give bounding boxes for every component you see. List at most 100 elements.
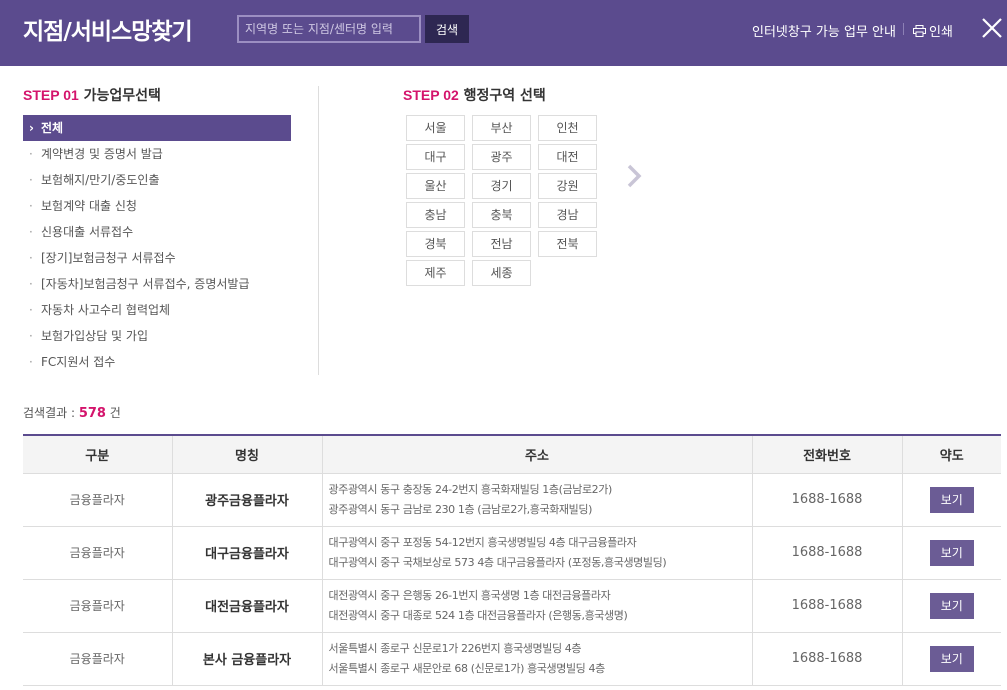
cell-map: 보기 bbox=[901, 632, 1001, 686]
region-button[interactable]: 대구 bbox=[406, 144, 465, 170]
cell-type: 금융플라자 bbox=[23, 473, 172, 527]
task-item-label: 전체 bbox=[41, 121, 64, 135]
print-button[interactable]: 인쇄 bbox=[913, 21, 953, 40]
address-line-old: 대구광역시 중구 포정동 54-12번지 흥국생명빌딩 4층 대구금융플라자 bbox=[328, 535, 637, 549]
print-label: 인쇄 bbox=[929, 25, 953, 40]
cell-name: 본사 금융플라자 bbox=[171, 632, 322, 686]
cell-address: 광주광역시 동구 충장동 24-2번지 흥국화재빌딩 1층(금남로2가) 광주광역… bbox=[321, 473, 752, 527]
task-item[interactable]: › 전체 bbox=[23, 115, 291, 141]
bullet-icon: · bbox=[29, 355, 33, 369]
table-header-row: 구분 명칭 주소 전화번호 약도 bbox=[23, 434, 1001, 474]
task-item-label: 보험해지/만기/중도인출 bbox=[41, 173, 160, 187]
region-button[interactable]: 인천 bbox=[538, 115, 597, 141]
cell-phone: 1688-1688 bbox=[751, 526, 902, 580]
task-item-label: FC지원서 접수 bbox=[41, 355, 116, 369]
bullet-icon: · bbox=[29, 251, 33, 265]
region-button[interactable]: 서울 bbox=[406, 115, 465, 141]
step2-heading: STEP 02 행정구역 선택 bbox=[403, 85, 546, 105]
address-line-road: 서울특별시 종로구 새문안로 68 (신문로1가) 흥국생명빌딩 4층 bbox=[328, 661, 606, 675]
result-count: 검색결과 : 578 건 bbox=[23, 404, 121, 421]
region-button[interactable]: 전남 bbox=[472, 231, 531, 257]
view-map-button[interactable]: 보기 bbox=[929, 486, 974, 513]
bullet-icon: · bbox=[29, 277, 33, 291]
region-button[interactable]: 세종 bbox=[472, 260, 531, 286]
region-button[interactable]: 경남 bbox=[538, 202, 597, 228]
region-button[interactable]: 제주 bbox=[406, 260, 465, 286]
cell-type: 금융플라자 bbox=[23, 632, 172, 686]
cell-address: 대구광역시 중구 포정동 54-12번지 흥국생명빌딩 4층 대구금융플라자 대구… bbox=[321, 526, 752, 580]
task-item-label: [장기]보험금청구 서류접수 bbox=[41, 251, 176, 265]
task-item[interactable]: · [장기]보험금청구 서류접수 bbox=[23, 245, 291, 271]
table-row: 금융플라자 대전금융플라자 대전광역시 중구 은행동 26-1번지 흥국생명 1층 … bbox=[23, 579, 1001, 633]
task-item[interactable]: · 계약변경 및 증명서 발급 bbox=[23, 141, 291, 167]
region-button[interactable]: 충남 bbox=[406, 202, 465, 228]
table-row: 금융플라자 본사 금융플라자 서울특별시 종로구 신문로1가 226번지 흥국생명빌… bbox=[23, 632, 1001, 686]
cell-map: 보기 bbox=[901, 473, 1001, 527]
cell-address: 대전광역시 중구 은행동 26-1번지 흥국생명 1층 대전금융플라자 대전광역시… bbox=[321, 579, 752, 633]
cell-phone: 1688-1688 bbox=[751, 473, 902, 527]
task-item[interactable]: · FC지원서 접수 bbox=[23, 349, 291, 375]
cell-map: 보기 bbox=[901, 526, 1001, 580]
table-row: 금융플라자 광주금융플라자 광주광역시 동구 충장동 24-2번지 흥국화재빌딩 1… bbox=[23, 473, 1001, 527]
guide-link[interactable]: 인터넷창구 가능 업무 안내 bbox=[752, 21, 896, 40]
view-map-button[interactable]: 보기 bbox=[929, 539, 974, 566]
task-item[interactable]: · 신용대출 서류접수 bbox=[23, 219, 291, 245]
chevron-right-icon: › bbox=[29, 121, 34, 135]
cell-name: 광주금융플라자 bbox=[171, 473, 322, 527]
region-button[interactable]: 대전 bbox=[538, 144, 597, 170]
address-line-road: 광주광역시 동구 금남로 230 1층 (금남로2가,흥국화재빌딩) bbox=[328, 502, 593, 516]
cell-name: 대전금융플라자 bbox=[171, 579, 322, 633]
task-item-label: [자동차]보험금청구 서류접수, 증명서발급 bbox=[41, 277, 250, 291]
region-button[interactable]: 충북 bbox=[472, 202, 531, 228]
page-title: 지점/서비스망찾기 bbox=[23, 19, 193, 45]
result-count-unit: 건 bbox=[105, 406, 121, 420]
address-line-road: 대전광역시 중구 대종로 524 1층 대전금융플라자 (은행동,흥국생명) bbox=[328, 608, 628, 622]
step1-heading: STEP 01 가능업무선택 bbox=[23, 85, 161, 105]
column-header-map: 약도 bbox=[901, 434, 1001, 474]
printer-icon bbox=[913, 24, 926, 37]
region-button[interactable]: 경기 bbox=[472, 173, 531, 199]
close-icon[interactable] bbox=[980, 16, 1004, 40]
task-item-label: 신용대출 서류접수 bbox=[41, 225, 134, 239]
address-line-old: 서울특별시 종로구 신문로1가 226번지 흥국생명빌딩 4층 bbox=[328, 641, 582, 655]
task-list: › 전체 · 계약변경 및 증명서 발급 · 보험해지/만기/중도인출 · 보험계약 대출 신… bbox=[23, 115, 291, 375]
bullet-icon: · bbox=[29, 199, 33, 213]
column-header-phone: 전화번호 bbox=[751, 434, 902, 474]
task-item-label: 보험가입상담 및 가입 bbox=[41, 329, 148, 343]
region-button[interactable]: 울산 bbox=[406, 173, 465, 199]
task-item[interactable]: · 보험계약 대출 신청 bbox=[23, 193, 291, 219]
bullet-icon: · bbox=[29, 173, 33, 187]
step1-title: 가능업무선택 bbox=[83, 88, 161, 104]
region-button[interactable]: 광주 bbox=[472, 144, 531, 170]
region-button[interactable]: 전북 bbox=[538, 231, 597, 257]
view-map-button[interactable]: 보기 bbox=[929, 592, 974, 619]
column-header-type: 구분 bbox=[23, 434, 172, 474]
bullet-icon: · bbox=[29, 303, 33, 317]
cell-phone: 1688-1688 bbox=[751, 579, 902, 633]
region-button[interactable]: 경북 bbox=[406, 231, 465, 257]
region-button[interactable]: 강원 bbox=[538, 173, 597, 199]
view-map-button[interactable]: 보기 bbox=[929, 645, 974, 672]
search-input[interactable] bbox=[237, 15, 421, 43]
task-item[interactable]: · 자동차 사고수리 협력업체 bbox=[23, 297, 291, 323]
cell-type: 금융플라자 bbox=[23, 579, 172, 633]
results-body: 금융플라자 광주금융플라자 광주광역시 동구 충장동 24-2번지 흥국화재빌딩 1… bbox=[23, 473, 1001, 686]
cell-map: 보기 bbox=[901, 579, 1001, 633]
column-header-address: 주소 bbox=[321, 434, 752, 474]
task-item-label: 자동차 사고수리 협력업체 bbox=[41, 303, 171, 317]
task-item[interactable]: · 보험해지/만기/중도인출 bbox=[23, 167, 291, 193]
table-row: 금융플라자 대구금융플라자 대구광역시 중구 포정동 54-12번지 흥국생명빌딩 … bbox=[23, 526, 1001, 580]
bullet-icon: · bbox=[29, 147, 33, 161]
region-button[interactable]: 부산 bbox=[472, 115, 531, 141]
step2-title: 행정구역 선택 bbox=[463, 88, 546, 104]
bullet-icon: · bbox=[29, 225, 33, 239]
cell-phone: 1688-1688 bbox=[751, 632, 902, 686]
task-item[interactable]: · 보험가입상담 및 가입 bbox=[23, 323, 291, 349]
result-count-label: 검색결과 : bbox=[23, 406, 79, 420]
cell-name: 대구금융플라자 bbox=[171, 526, 322, 580]
search-button[interactable]: 검색 bbox=[425, 15, 469, 43]
chevron-right-icon[interactable] bbox=[624, 162, 644, 190]
cell-address: 서울특별시 종로구 신문로1가 226번지 흥국생명빌딩 4층서울특별시 종로구… bbox=[321, 632, 752, 686]
task-item[interactable]: · [자동차]보험금청구 서류접수, 증명서발급 bbox=[23, 271, 291, 297]
step1-number: STEP 01 bbox=[23, 87, 79, 103]
